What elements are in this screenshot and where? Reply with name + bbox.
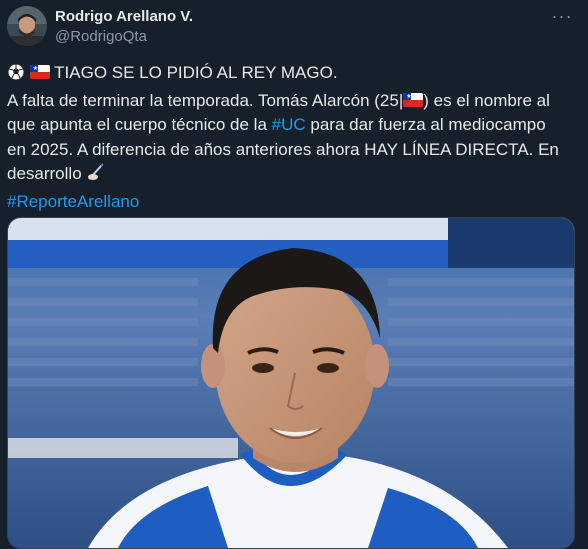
tweet-line-3-post: para dar fuerza al mediocampo [305, 115, 546, 134]
writing-hand-icon [86, 162, 106, 190]
tweet-media-image[interactable] [7, 217, 575, 549]
tweet-line-6: #ReporteArellano [7, 190, 581, 215]
tweet: Rodrigo Arellano V. @RodrigoQta ··· ★ TI… [0, 0, 588, 549]
tweet-text: ★ TIAGO SE LO PIDIÓ AL REY MAGO. A falta… [7, 61, 581, 214]
tweet-line-5-text: desarrollo [7, 164, 82, 183]
avatar[interactable] [7, 6, 47, 46]
author-display-name[interactable]: Rodrigo Arellano V. [55, 8, 193, 26]
hashtag-uc-link[interactable]: #UC [272, 115, 306, 134]
hashtag-reporte-link[interactable]: #ReporteArellano [7, 192, 139, 211]
tweet-line-3: que apunta el cuerpo técnico de la #UC p… [7, 113, 581, 138]
avatar-image [7, 6, 47, 46]
tweet-line-2-end: ) es el nombre al [423, 90, 550, 110]
soccer-ball-icon [7, 63, 25, 89]
footballer-photo [8, 218, 574, 548]
tweet-line-4: en 2025. A diferencia de años anteriores… [7, 139, 559, 159]
tweet-line-2: A falta de terminar la temporada. Tomás … [7, 89, 581, 114]
ellipsis-icon[interactable]: ··· [550, 6, 574, 26]
tweet-line-2-text: A falta de terminar la temporada. Tomás … [7, 90, 404, 110]
chile-flag-icon: ★ [403, 92, 424, 107]
author-block: Rodrigo Arellano V. @RodrigoQta [55, 8, 193, 47]
chile-flag-icon: ★ [29, 65, 50, 79]
tweet-line-3-pre: que apunta el cuerpo técnico de la [7, 115, 272, 134]
author-handle[interactable]: @RodrigoQta [55, 27, 193, 47]
tweet-headline: TIAGO SE LO PIDIÓ AL REY MAGO. [54, 63, 338, 82]
tweet-line-5: desarrollo [7, 162, 581, 190]
tweet-line-1: ★ TIAGO SE LO PIDIÓ AL REY MAGO. [7, 61, 581, 89]
